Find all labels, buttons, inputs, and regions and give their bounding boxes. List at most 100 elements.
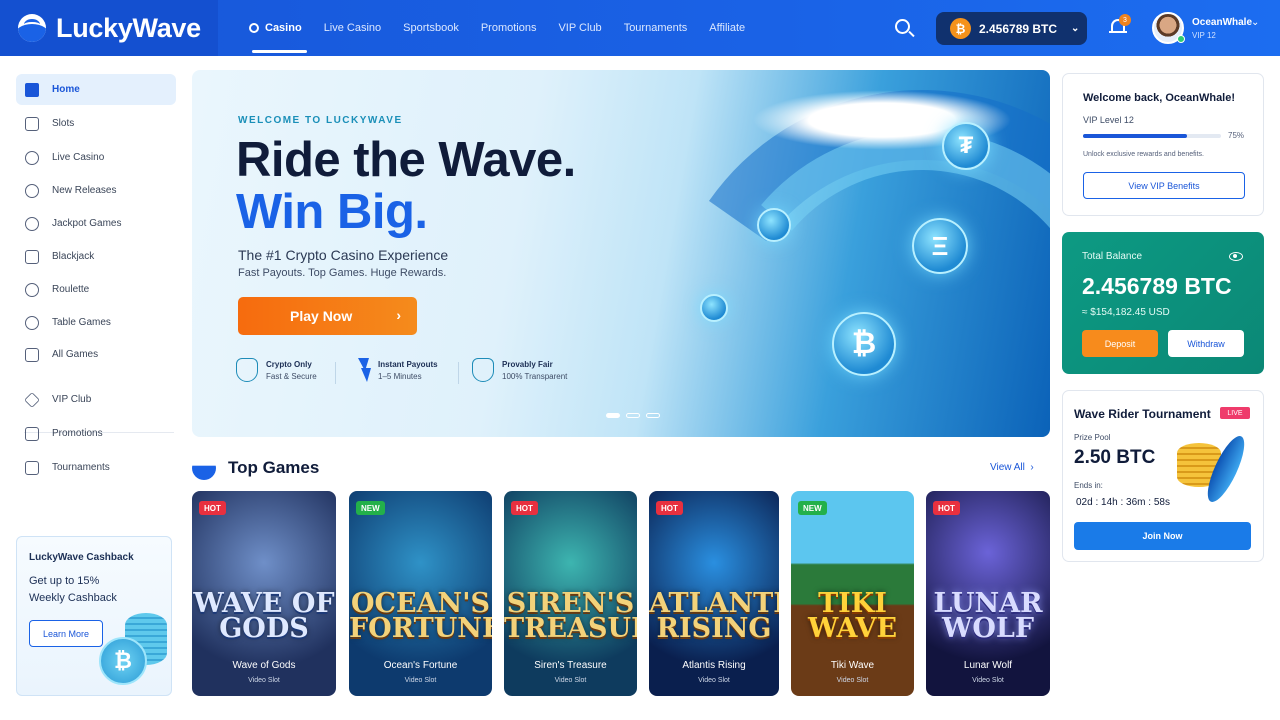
game-name: Tiki Wave: [830, 660, 875, 671]
deposit-button[interactable]: Deposit: [1082, 330, 1158, 357]
user-vip-level: VIP 12: [1192, 31, 1216, 40]
game-card-lunar-wolf[interactable]: HOT LUNAR WOLF Lunar Wolf Video Slot: [926, 491, 1050, 696]
sidebar-item-slots[interactable]: Slots: [16, 108, 176, 139]
feature-provably-fair: Provably Fair 100% Transparent: [472, 358, 567, 382]
sidebar-item-home[interactable]: Home: [16, 74, 176, 105]
hot-badge: HOT: [199, 501, 226, 515]
hot-badge: HOT: [933, 501, 960, 515]
cashback-promo-card: LuckyWave Cashback Get up to 15% Weekly …: [16, 536, 172, 696]
feature-crypto-only: Crypto Only Fast & Secure: [236, 358, 317, 382]
countdown-timer: 02d : 14h : 36m : 58s: [1076, 497, 1170, 508]
nav-label: Casino: [265, 22, 302, 34]
nav-sportsbook[interactable]: Sportsbook: [392, 0, 470, 56]
table-games-icon: [25, 315, 39, 330]
cards-icon: [25, 249, 39, 264]
diamond-icon: [24, 391, 40, 408]
grid-icon: [25, 347, 39, 362]
view-all-link[interactable]: View All ›: [990, 462, 1034, 473]
bitcoin-coin-icon: ₿: [832, 312, 896, 376]
vip-progress-bar: [1083, 134, 1221, 138]
live-casino-icon: [25, 150, 39, 165]
balance-panel: Total Balance 2.456789 BTC ≈ $154,182.45…: [1062, 232, 1264, 374]
game-logo-art: OCEAN'S FORTUNE: [349, 588, 492, 644]
game-card-atlantis-rising[interactable]: HOT ATLANTISRISING Atlantis Rising Video…: [649, 491, 779, 696]
game-name: Siren's Treasure: [534, 660, 607, 671]
sidebar-item-label: Tournaments: [52, 462, 110, 473]
bitcoin-coin-icon: ₿: [99, 637, 147, 685]
vip-welcome-panel: Welcome back, OceanWhale! VIP Level 12 7…: [1062, 73, 1264, 216]
crypto-coin-small-icon: [700, 294, 728, 322]
play-now-button[interactable]: Play Now ›: [238, 297, 417, 335]
sidebar-item-live-casino[interactable]: Live Casino: [16, 142, 176, 173]
game-card-sirens-treasure[interactable]: HOT SIREN'STREASURE Siren's Treasure Vid…: [504, 491, 637, 696]
wallet-balance-dropdown[interactable]: ₿ 2.456789 BTC ⌄: [936, 12, 1087, 45]
slots-icon: [25, 116, 39, 131]
game-name: Ocean's Fortune: [383, 660, 458, 671]
live-badge: LIVE: [1220, 407, 1250, 419]
vip-level: VIP Level 12: [1083, 115, 1134, 125]
carousel-dot-2[interactable]: [626, 413, 640, 418]
view-vip-benefits-button[interactable]: View VIP Benefits: [1083, 172, 1245, 199]
cashback-title: LuckyWave Cashback: [29, 552, 134, 563]
sidebar-item-promotions[interactable]: Promotions: [16, 418, 176, 449]
game-card-wave-of-gods[interactable]: HOT WAVE OF GODS Wave of Gods Video Slot: [192, 491, 336, 696]
main-nav: Casino Live Casino Sportsbook Promotions…: [238, 0, 756, 56]
join-now-button[interactable]: Join Now: [1074, 522, 1251, 550]
game-logo-art: WAVE OF GODS: [193, 588, 335, 644]
learn-more-button[interactable]: Learn More: [29, 620, 103, 647]
sidebar-item-label: Jackpot Games: [52, 218, 122, 229]
user-name[interactable]: OceanWhale: [1192, 17, 1252, 28]
sidebar-item-label: Blackjack: [52, 251, 95, 262]
hot-badge: HOT: [511, 501, 538, 515]
logo[interactable]: LuckyWave: [0, 0, 218, 56]
sidebar-item-jackpot-games[interactable]: Jackpot Games: [16, 208, 176, 239]
search-icon[interactable]: [895, 19, 910, 34]
sidebar-item-label: Table Games: [52, 317, 111, 328]
tether-coin-icon: ₮: [942, 122, 990, 170]
game-logo-art: SIREN'STREASURE: [504, 588, 637, 644]
feature-title: Provably Fair: [502, 359, 553, 369]
carousel-dot-3[interactable]: [646, 413, 660, 418]
new-badge: NEW: [356, 501, 385, 515]
game-name: Atlantis Rising: [682, 660, 746, 671]
nav-casino[interactable]: Casino: [238, 0, 313, 56]
sidebar-item-table-games[interactable]: Table Games: [16, 307, 176, 338]
carousel-dots: [606, 413, 660, 418]
balance-usd: ≈ $154,182.45 USD: [1082, 307, 1170, 318]
sidebar-item-new-releases[interactable]: New Releases: [16, 175, 176, 206]
game-card-oceans-fortune[interactable]: NEW OCEAN'S FORTUNE Ocean's Fortune Video…: [349, 491, 492, 696]
game-name: Wave of Gods: [232, 660, 296, 671]
withdraw-button[interactable]: Withdraw: [1168, 330, 1244, 357]
nav-vip-club[interactable]: VIP Club: [547, 0, 612, 56]
nav-live-casino[interactable]: Live Casino: [313, 0, 392, 56]
prize-pool-label: Prize Pool: [1074, 433, 1111, 442]
vip-progress-fill: [1083, 134, 1187, 138]
bitcoin-icon: ₿: [950, 18, 971, 39]
eye-icon[interactable]: [1229, 252, 1243, 261]
ends-in-label: Ends in:: [1074, 481, 1103, 490]
feature-divider: [458, 362, 459, 384]
carousel-dot-1[interactable]: [606, 413, 620, 418]
game-card-tiki-wave[interactable]: NEW TIKI WAVE Tiki Wave Video Slot: [791, 491, 914, 696]
cashback-text: Get up to 15% Weekly Cashback: [29, 575, 117, 604]
nav-promotions[interactable]: Promotions: [470, 0, 548, 56]
jackpot-icon: [25, 216, 39, 231]
hero-title-line1: Ride the Wave.: [236, 133, 576, 187]
wave-logo-icon: [18, 14, 46, 42]
gift-icon: [25, 426, 39, 441]
hero-banner: ₮ Ξ ₿ WELCOME TO LUCKYWAVE Ride the Wave…: [192, 70, 1050, 437]
nav-tournaments[interactable]: Tournaments: [613, 0, 699, 56]
crypto-coin-icon: [757, 208, 791, 242]
sidebar-item-roulette[interactable]: Roulette: [16, 274, 176, 305]
home-icon: [25, 82, 39, 97]
sidebar-item-tournaments[interactable]: Tournaments: [16, 452, 176, 483]
user-menu-chevron-icon[interactable]: ⌄: [1251, 17, 1259, 28]
wave-icon: [192, 456, 216, 480]
sidebar-item-all-games[interactable]: All Games: [16, 339, 176, 370]
vip-note: Unlock exclusive rewards and benefits.: [1083, 151, 1205, 158]
nav-affiliate[interactable]: Affiliate: [698, 0, 756, 56]
sidebar-item-label: Roulette: [52, 284, 90, 295]
balance-amount: 2.456789 BTC: [1082, 273, 1232, 299]
sidebar-item-blackjack[interactable]: Blackjack: [16, 241, 176, 272]
sidebar-item-vip-club[interactable]: VIP Club: [16, 384, 176, 415]
